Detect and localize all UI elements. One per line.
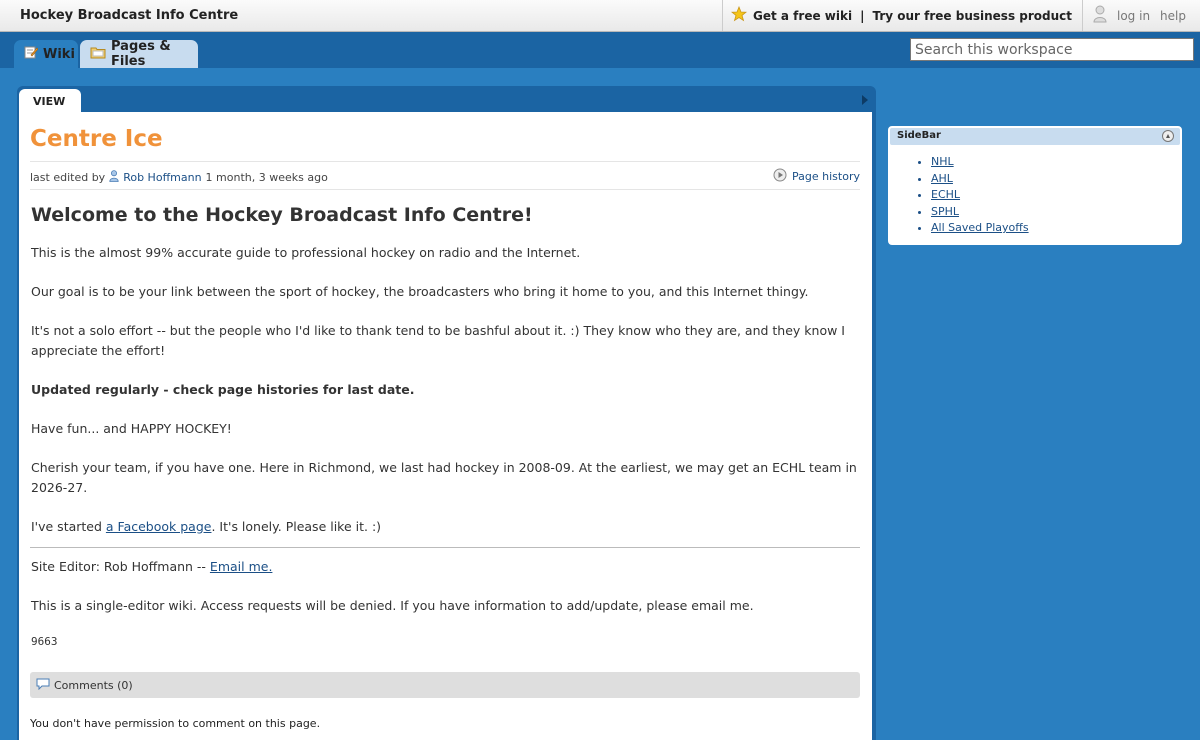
folder-icon — [90, 45, 106, 63]
visit-counter: 9663 — [31, 635, 58, 648]
sidebar-link-nhl[interactable]: NHL — [931, 155, 954, 168]
sidebar-item-ahl: AHL — [931, 171, 1029, 188]
last-edited-time: 1 month, 3 weeks ago — [205, 171, 328, 184]
paragraph-facebook: I've started a Facebook page. It's lonel… — [31, 517, 861, 537]
tab-pages-files-label: Pages & Files — [111, 39, 171, 69]
paragraph-have-fun: Have fun... and HAPPY HOCKEY! — [31, 421, 232, 436]
facebook-page-link[interactable]: a Facebook page — [106, 519, 212, 534]
email-me-link[interactable]: Email me. — [210, 559, 273, 574]
sidebar-list: NHL AHL ECHL SPHL All Saved Playoffs — [931, 154, 1029, 237]
separator: | — [860, 8, 865, 23]
site-editor-text: Site Editor: Rob Hoffmann -- — [31, 559, 210, 574]
sidebar-link-sphl[interactable]: SPHL — [931, 205, 959, 218]
editor-user-link[interactable]: Rob Hoffmann — [123, 171, 201, 184]
paragraph-updated: Updated regularly - check page histories… — [31, 382, 415, 397]
welcome-heading: Welcome to the Hockey Broadcast Info Cen… — [31, 204, 533, 226]
tab-wiki[interactable]: Wiki — [14, 40, 78, 68]
search-input[interactable] — [910, 38, 1194, 61]
site-title[interactable]: Hockey Broadcast Info Centre — [20, 8, 238, 23]
page-meta-bar: last edited by Rob Hoffmann 1 month, 3 w… — [30, 161, 860, 190]
sidebar-link-saved-playoffs[interactable]: All Saved Playoffs — [931, 221, 1029, 234]
paragraph-site-editor: Site Editor: Rob Hoffmann -- Email me. — [31, 557, 861, 577]
sidebar-link-echl[interactable]: ECHL — [931, 188, 960, 201]
top-bar: Hockey Broadcast Info Centre Get a free … — [0, 0, 1200, 32]
log-in-link[interactable]: log in — [1117, 9, 1150, 23]
tab-wiki-label: Wiki — [43, 46, 75, 62]
sidebar-item-saved-playoffs: All Saved Playoffs — [931, 220, 1029, 237]
promo-links: Get a free wiki | Try our free business … — [722, 0, 1082, 31]
account-links: log in help — [1082, 0, 1200, 31]
page-title: Centre Ice — [30, 126, 163, 152]
comment-permission-notice: You don't have permission to comment on … — [30, 717, 321, 730]
sidebar-item-nhl: NHL — [931, 154, 1029, 171]
sidebar-panel: SideBar NHL AHL ECHL SPHL All Saved Play… — [888, 126, 1182, 245]
paragraph-goal: Our goal is to be your link between the … — [31, 284, 809, 299]
top-right-links: Get a free wiki | Try our free business … — [722, 0, 1200, 31]
paragraph-thanks: It's not a solo effort -- but the people… — [31, 323, 845, 358]
comments-label: Comments (0) — [54, 678, 133, 692]
paragraph-intro: This is the almost 99% accurate guide to… — [31, 245, 581, 260]
sidebar-title: SideBar — [897, 130, 941, 141]
history-icon — [773, 168, 787, 185]
comments-bar[interactable]: Comments (0) — [30, 672, 860, 698]
business-product-link[interactable]: Try our free business product — [872, 9, 1072, 23]
sidebar-link-ahl[interactable]: AHL — [931, 172, 953, 185]
star-icon — [730, 5, 748, 25]
user-icon — [1093, 5, 1107, 26]
comment-icon — [36, 678, 50, 693]
last-edited-info: last edited by Rob Hoffmann 1 month, 3 w… — [30, 170, 328, 185]
collapse-arrow-icon[interactable] — [862, 95, 868, 105]
sidebar-collapse-icon[interactable] — [1162, 130, 1174, 142]
help-link[interactable]: help — [1160, 9, 1186, 23]
facebook-text-after: . It's lonely. Please like it. :) — [211, 519, 382, 534]
last-edited-label: last edited by — [30, 171, 106, 184]
page-body: Welcome to the Hockey Broadcast Info Cen… — [30, 203, 861, 671]
user-small-icon — [109, 170, 119, 185]
facebook-text-before: I've started — [31, 519, 106, 534]
page-content: Centre Ice last edited by Rob Hoffmann 1… — [19, 112, 872, 740]
page-history-link[interactable]: Page history — [773, 168, 860, 185]
sidebar-item-echl: ECHL — [931, 187, 1029, 204]
page-history-label: Page history — [792, 170, 860, 183]
sidebar-header: SideBar — [890, 128, 1180, 145]
tab-bar: Wiki Pages & Files — [0, 32, 1200, 69]
paragraph-single-editor: This is a single-editor wiki. Access req… — [31, 598, 754, 613]
wiki-edit-icon — [24, 45, 39, 63]
sidebar-item-sphl: SPHL — [931, 204, 1029, 221]
paragraph-cherish: Cherish your team, if you have one. Here… — [31, 460, 857, 495]
tab-pages-files[interactable]: Pages & Files — [80, 39, 198, 69]
get-free-wiki-link[interactable]: Get a free wiki — [753, 9, 852, 23]
divider — [30, 547, 860, 548]
tab-view[interactable]: VIEW — [19, 89, 81, 113]
